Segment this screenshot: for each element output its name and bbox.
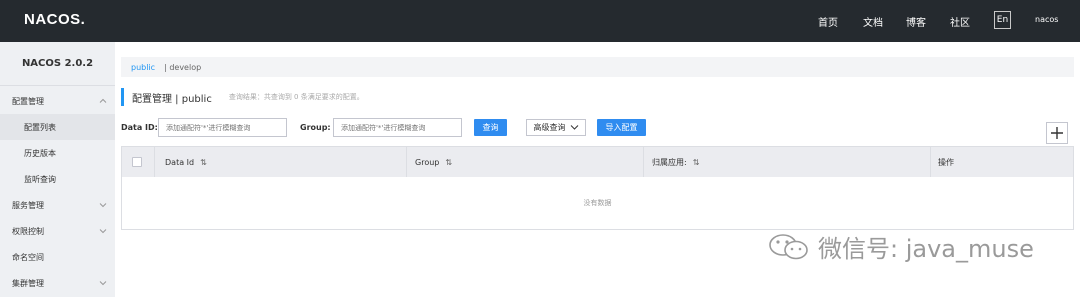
sort-icon[interactable]: ⇅ — [693, 158, 700, 167]
version-title: NACOS 2.0.2 — [0, 42, 115, 86]
chevron-down-icon — [99, 281, 107, 286]
sidebar-item-label: 权限控制 — [12, 226, 44, 236]
column-label: Data Id — [165, 157, 195, 167]
column-group[interactable]: Group ⇅ — [406, 147, 643, 177]
sidebar-item-listener-query[interactable]: 监听查询 — [0, 166, 115, 192]
chevron-down-icon — [99, 229, 107, 234]
sort-icon[interactable]: ⇅ — [445, 158, 452, 167]
sidebar-item-config-list[interactable]: 配置列表 — [0, 114, 115, 140]
data-id-label: Data ID: — [121, 123, 158, 132]
nav-community[interactable]: 社区 — [950, 14, 970, 29]
top-navbar: NACOS. 首页 文档 博客 社区 En nacos — [0, 0, 1080, 42]
sidebar-item-namespace[interactable]: 命名空间 — [0, 244, 115, 270]
sidebar-item-label: 命名空间 — [12, 252, 44, 262]
sidebar-item-label: 配置管理 — [12, 96, 44, 106]
empty-state: 没有数据 — [583, 199, 612, 207]
column-actions: 操作 — [930, 147, 1073, 177]
page-header: 配置管理 | public 查询结果：共查询到 0 条满足要求的配置。 — [121, 88, 364, 106]
group-label: Group: — [300, 123, 331, 132]
chevron-up-icon — [99, 98, 107, 103]
chevron-down-icon — [99, 203, 107, 208]
sidebar-item-history[interactable]: 历史版本 — [0, 140, 115, 166]
select-all-checkbox[interactable] — [132, 157, 142, 167]
watermark-text: 微信号: java_muse — [818, 235, 1034, 263]
sidebar-item-service-management[interactable]: 服务管理 — [0, 192, 115, 218]
select-all-cell — [122, 147, 154, 177]
sidebar-item-cluster-management[interactable]: 集群管理 — [0, 270, 115, 296]
sidebar-item-label: 历史版本 — [24, 148, 56, 158]
namespace-develop[interactable]: | develop — [164, 63, 201, 72]
sidebar: NACOS 2.0.2 配置管理 配置列表 历史版本 监听查询 服务管理 权限控… — [0, 42, 115, 297]
wechat-icon — [769, 233, 808, 259]
search-button[interactable]: 查询 — [474, 119, 507, 136]
chevron-down-icon — [570, 125, 578, 130]
nacos-logo[interactable]: NACOS. — [24, 11, 85, 28]
column-app[interactable]: 归属应用: ⇅ — [643, 147, 930, 177]
page-title: 配置管理 | public — [132, 93, 212, 105]
namespace-public[interactable]: public — [131, 63, 155, 72]
column-label: Group — [415, 157, 440, 167]
sidebar-item-label: 服务管理 — [12, 200, 44, 210]
nav-docs[interactable]: 文档 — [863, 14, 883, 29]
advanced-search-label: 高级查询 — [533, 123, 566, 132]
sidebar-item-label: 监听查询 — [24, 174, 56, 184]
sidebar-item-label: 集群管理 — [12, 278, 44, 288]
nav-blog[interactable]: 博客 — [906, 14, 926, 29]
import-config-button[interactable]: 导入配置 — [597, 119, 646, 136]
sidebar-item-label: 配置列表 — [24, 122, 56, 132]
config-table: Data Id ⇅ Group ⇅ 归属应用: ⇅ 操作 没有数据 — [121, 146, 1074, 230]
group-input[interactable] — [333, 118, 462, 137]
column-data-id[interactable]: Data Id ⇅ — [154, 147, 406, 177]
query-result-hint: 查询结果：共查询到 0 条满足要求的配置。 — [228, 93, 364, 101]
table-header: Data Id ⇅ Group ⇅ 归属应用: ⇅ 操作 — [122, 147, 1073, 177]
watermark: 微信号: java_muse — [766, 229, 1034, 264]
column-label: 归属应用: — [652, 157, 687, 167]
namespace-bar: public | develop — [121, 57, 1074, 77]
advanced-search-button[interactable]: 高级查询 — [526, 119, 586, 136]
nav-home[interactable]: 首页 — [818, 14, 838, 29]
sort-icon[interactable]: ⇅ — [200, 158, 207, 167]
user-name[interactable]: nacos — [1035, 15, 1058, 24]
data-id-input[interactable] — [158, 118, 287, 137]
column-label: 操作 — [938, 157, 954, 167]
plus-icon — [1051, 127, 1063, 139]
sidebar-item-config-management[interactable]: 配置管理 — [0, 88, 115, 114]
add-config-button[interactable] — [1046, 122, 1068, 144]
sidebar-item-access-control[interactable]: 权限控制 — [0, 218, 115, 244]
language-switch-button[interactable]: En — [994, 11, 1011, 29]
